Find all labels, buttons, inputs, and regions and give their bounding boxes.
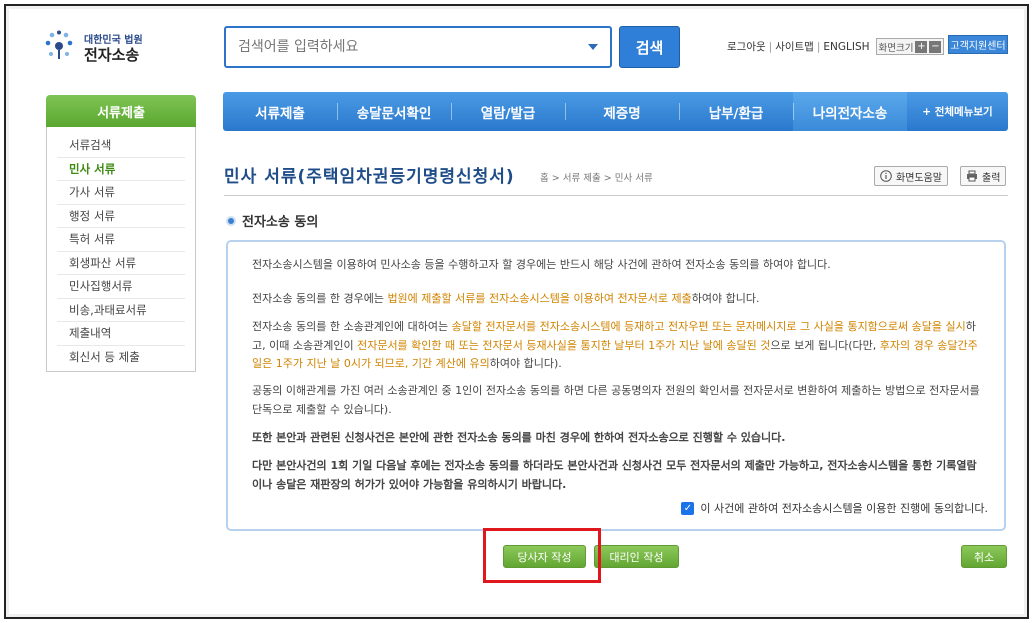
font-size-control: 화면크기 + − — [875, 38, 945, 55]
highlight-text: 법원에 제출할 서류를 전자소송시스템을 이용하여 전자문서로 제출 — [387, 292, 692, 305]
party-write-button[interactable]: 당사자 작성 — [503, 545, 586, 568]
sidebar-item-document-search[interactable]: 서류검색 — [57, 134, 185, 158]
title-divider — [224, 195, 1008, 196]
agreement-notice: 전자소송시스템을 이용하여 민사소송 등을 수행하고자 할 경우에는 반드시 해… — [252, 258, 831, 271]
font-plus-button[interactable]: + — [915, 40, 928, 53]
font-minus-button[interactable]: − — [929, 40, 942, 53]
sidebar-item-family[interactable]: 가사 서류 — [57, 181, 185, 205]
page-title: 민사 서류(주택임차권등기명령신청서) — [224, 167, 515, 187]
agreement-paragraph-submission: 전자소송 동의를 한 경우에는 법원에 제출할 서류를 전자소송시스템을 이용하… — [252, 290, 982, 309]
help-button[interactable]: 화면도움말 — [874, 166, 948, 186]
font-size-label: 화면크기 — [878, 42, 914, 54]
sidebar: 서류검색 민사 서류 가사 서류 행정 서류 특허 서류 회생파산 서류 민사집… — [46, 127, 196, 372]
support-center-button[interactable]: 고객지원센터 — [948, 35, 1008, 54]
nav-inspection-issuance[interactable]: 열람/발급 — [451, 92, 565, 131]
divider: | — [816, 40, 821, 53]
logout-link[interactable]: 로그아웃 — [727, 39, 766, 54]
consent-label: 이 사건에 관하여 전자소송시스템을 이용한 진행에 동의합니다. — [700, 502, 988, 515]
search-button[interactable]: 검색 — [619, 26, 680, 68]
print-button-label: 출력 — [982, 172, 1001, 184]
text: 하여야 합니다. — [691, 292, 760, 305]
sidebar-item-bankruptcy[interactable]: 회생파산 서류 — [57, 252, 185, 275]
section-title-text: 전자소송 동의 — [242, 215, 319, 230]
nav-my-e-litigation[interactable]: 나의전자소송 — [793, 92, 907, 131]
agreement-panel: 전자소송시스템을 이용하여 민사소송 등을 수행하고자 할 경우에는 반드시 해… — [226, 240, 1006, 531]
sidebar-header: 서류제출 — [46, 95, 196, 127]
nav-service-check[interactable]: 송달문서확인 — [337, 92, 451, 131]
chevron-down-icon[interactable] — [588, 44, 598, 50]
agent-write-button[interactable]: 대리인 작성 — [594, 545, 679, 568]
nav-payment-refund[interactable]: 납부/환급 — [679, 92, 793, 131]
site-logo[interactable]: 대한민국 법원 전자소송 — [42, 28, 162, 68]
agreement-paragraph-joint: 공동의 이해관계를 가진 여러 소송관계인 중 1인이 전자소송 동의를 하면 … — [252, 384, 980, 416]
section-title: 전자소송 동의 — [226, 211, 318, 230]
court-emblem-icon — [45, 30, 73, 59]
sidebar-item-non-contentious[interactable]: 비송,과태료서류 — [57, 299, 185, 322]
divider: | — [768, 40, 773, 53]
sidebar-item-submission-history[interactable]: 제출내역 — [57, 322, 185, 346]
cancel-button[interactable]: 취소 — [961, 545, 1007, 568]
text: 하여야 합니다). — [489, 357, 562, 370]
logo-title: 전자소송 — [84, 46, 140, 64]
highlight-text: 전자문서를 확인한 때 또는 전자문서 등재사실을 통지한 날부터 1주가 지난… — [357, 338, 771, 352]
highlight-text: 송달할 전자문서를 전자소송시스템에 등재하고 전자우편 또는 문자메시지로 그… — [451, 320, 966, 333]
search-box[interactable] — [224, 26, 612, 68]
agreement-paragraph-related: 또한 본안과 관련된 신청사건은 본안에 관한 전자소송 동의를 마친 경우에 … — [252, 431, 786, 444]
agreement-paragraph-service: 전자소송 동의를 한 소송관계인에 대하여는 송달할 전자문서를 전자소송시스템… — [252, 318, 982, 374]
agreement-paragraph-caution: 다만 본안사건의 1회 기일 다음날 후에는 전자소송 동의를 하더라도 본안사… — [252, 459, 977, 491]
nav-document-submission[interactable]: 서류제출 — [223, 92, 337, 131]
printer-icon — [967, 170, 977, 182]
sidebar-item-patent[interactable]: 특허 서류 — [57, 228, 185, 252]
sidebar-item-civil-execution[interactable]: 민사집행서류 — [57, 275, 185, 299]
consent-checkbox-row[interactable]: ✓ 이 사건에 관하여 전자소송시스템을 이용한 진행에 동의합니다. — [681, 500, 988, 516]
utility-links: 로그아웃 | 사이트맵 | ENGLISH 화면크기 + − — [727, 38, 945, 55]
main-navigation: 서류제출 송달문서확인 열람/발급 제증명 납부/환급 나의전자소송 + 전체메… — [223, 92, 1008, 131]
sidebar-item-reply-submission[interactable]: 회신서 등 제출 — [57, 346, 185, 370]
text: 전자소송 동의를 한 경우에는 — [252, 292, 388, 305]
help-button-label: 화면도움말 — [896, 172, 942, 184]
info-icon — [880, 170, 892, 182]
nav-certificates[interactable]: 제증명 — [565, 92, 679, 131]
print-button[interactable]: 출력 — [960, 166, 1007, 186]
sidebar-item-administrative[interactable]: 행정 서류 — [57, 205, 185, 228]
text: 으로 보게 됩니다(다만, — [770, 338, 880, 352]
breadcrumb: 홈 > 서류 제출 > 민사 서류 — [540, 173, 653, 184]
bullet-icon — [226, 215, 236, 226]
consent-checkbox[interactable]: ✓ — [681, 501, 695, 515]
text: 전자소송 동의를 한 소송관계인에 대하여는 — [252, 320, 452, 333]
search-input[interactable] — [226, 28, 566, 66]
sitemap-link[interactable]: 사이트맵 — [775, 39, 814, 54]
sidebar-item-civil[interactable]: 민사 서류 — [57, 158, 185, 181]
nav-all-menu[interactable]: + 전체메뉴보기 — [907, 92, 1008, 131]
english-link[interactable]: ENGLISH — [823, 41, 869, 53]
